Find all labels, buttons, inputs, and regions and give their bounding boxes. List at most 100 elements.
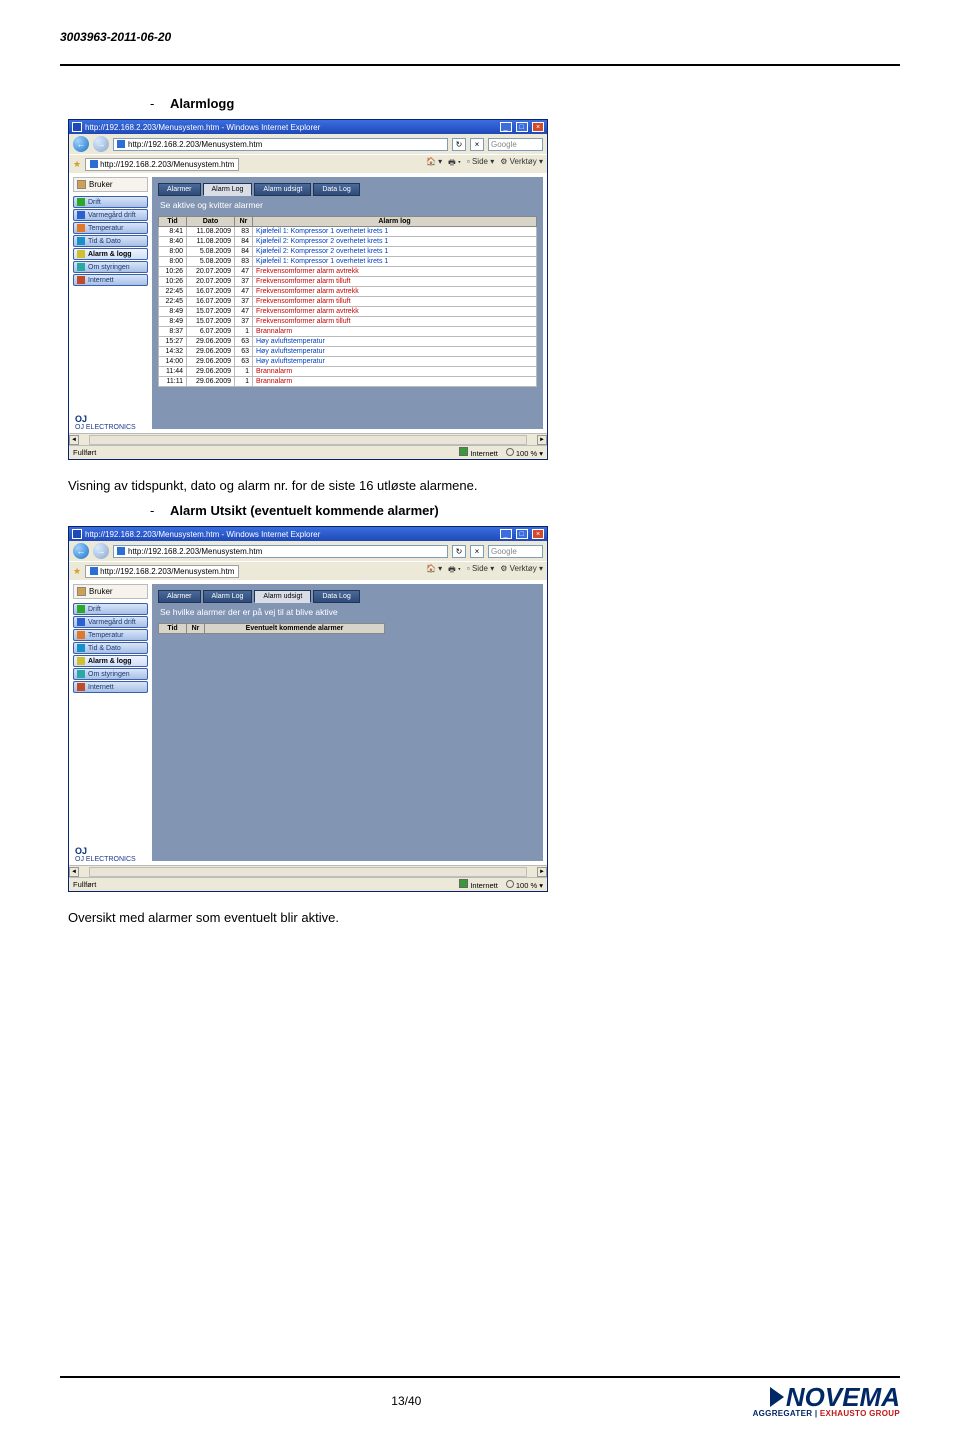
refresh-button[interactable]: ↻ [452, 138, 466, 151]
nav-label: Varmegård drift [88, 212, 136, 219]
table-cell: 22:45 [159, 297, 187, 307]
table-row: 8:4011.08.200984Kjølefeil 2: Kompressor … [159, 237, 537, 247]
tab-favicon-icon [90, 160, 98, 168]
toolbar-right: 🏠 ▾ 🖶 ▾ ▫ Side ▾ ⚙ Verktøy ▾ [426, 157, 543, 171]
zoom-level[interactable]: 100 % ▾ [506, 880, 543, 890]
tools-menu[interactable]: ⚙ Verktøy ▾ [500, 564, 543, 578]
globe-icon [459, 879, 468, 888]
back-button[interactable]: ← [73, 543, 89, 559]
panel-tab[interactable]: Alarmer [158, 183, 201, 196]
table-cell: Kjølefeil 1: Kompressor 1 overhetet kret… [253, 257, 537, 267]
maximize-button[interactable]: □ [516, 122, 528, 132]
sidebar-item[interactable]: Internett [73, 274, 148, 286]
sidebar-item[interactable]: Alarm & logg [73, 655, 148, 667]
sidebar-item[interactable]: Om styringen [73, 668, 148, 680]
favicon-icon [117, 140, 125, 148]
window-titlebar: http://192.168.2.203/Menusystem.htm - Wi… [69, 120, 547, 134]
horizontal-scrollbar[interactable]: ◄ ► [69, 865, 547, 877]
page-menu[interactable]: ▫ Side ▾ [467, 564, 494, 578]
home-icon[interactable]: 🏠 ▾ [426, 157, 442, 171]
sidebar-item[interactable]: Temperatur [73, 629, 148, 641]
panel-tab[interactable]: Data Log [313, 590, 359, 603]
table-row: 22:4516.07.200937Frekvensomformer alarm … [159, 297, 537, 307]
feeds-icon[interactable]: 🖶 ▾ [448, 564, 461, 578]
scroll-left-icon[interactable]: ◄ [69, 435, 79, 445]
table-cell: 29.06.2009 [187, 337, 235, 347]
stop-button[interactable]: × [470, 545, 484, 558]
favorites-icon[interactable]: ★ [73, 159, 81, 170]
window-title: http://192.168.2.203/Menusystem.htm - Wi… [85, 530, 498, 539]
address-bar-row: ← → http://192.168.2.203/Menusystem.htm … [69, 541, 547, 561]
scroll-track[interactable] [89, 867, 527, 877]
scroll-right-icon[interactable]: ► [537, 867, 547, 877]
table-row: 15:2729.06.200963Høy avluftstemperatur [159, 337, 537, 347]
panel-tab[interactable]: Alarm Log [203, 590, 253, 603]
maximize-button[interactable]: □ [516, 529, 528, 539]
sidebar-item[interactable]: Alarm & logg [73, 248, 148, 260]
forward-button[interactable]: → [93, 543, 109, 559]
panel-tab[interactable]: Data Log [313, 183, 359, 196]
table-header: Dato [187, 217, 235, 227]
table-cell: 8:37 [159, 327, 187, 337]
table-cell: 47 [235, 267, 253, 277]
tools-menu[interactable]: ⚙ Verktøy ▾ [500, 157, 543, 171]
page-menu[interactable]: ▫ Side ▾ [467, 157, 494, 171]
table-cell: 10:26 [159, 277, 187, 287]
table-cell: Frekvensomformer alarm tilluft [253, 297, 537, 307]
minimize-button[interactable]: _ [500, 122, 512, 132]
minimize-button[interactable]: _ [500, 529, 512, 539]
caption-2: Oversikt med alarmer som eventuelt blir … [68, 910, 900, 925]
sidebar-item[interactable]: Tid & Dato [73, 642, 148, 654]
back-button[interactable]: ← [73, 136, 89, 152]
table-cell: 5.08.2009 [187, 247, 235, 257]
stop-button[interactable]: × [470, 138, 484, 151]
panel-tab[interactable]: Alarmer [158, 590, 201, 603]
browser-tab[interactable]: http://192.168.2.203/Menusystem.htm [85, 565, 239, 578]
home-icon[interactable]: 🏠 ▾ [426, 564, 442, 578]
nav-label: Alarm & logg [88, 658, 132, 665]
table-row: 10:2620.07.200937Frekvensomformer alarm … [159, 277, 537, 287]
zoom-icon [506, 448, 514, 456]
novema-logo: NOVEMA AGGREGATER | EXHAUSTO GROUP [753, 1384, 900, 1418]
table-row: 14:3229.06.200963Høy avluftstemperatur [159, 347, 537, 357]
status-text: Fullført [73, 448, 96, 457]
scroll-track[interactable] [89, 435, 527, 445]
table-cell: Kjølefeil 2: Kompressor 2 overhetet kret… [253, 237, 537, 247]
close-button[interactable]: × [532, 529, 544, 539]
nav-icon [77, 618, 85, 626]
sidebar-item[interactable]: Drift [73, 196, 148, 208]
zoom-level[interactable]: 100 % ▾ [506, 448, 543, 458]
horizontal-scrollbar[interactable]: ◄ ► [69, 433, 547, 445]
sidebar-item[interactable]: Internett [73, 681, 148, 693]
sidebar-item[interactable]: Temperatur [73, 222, 148, 234]
feeds-icon[interactable]: 🖶 ▾ [448, 157, 461, 171]
sidebar-item[interactable]: Tid & Dato [73, 235, 148, 247]
refresh-button[interactable]: ↻ [452, 545, 466, 558]
close-button[interactable]: × [532, 122, 544, 132]
panel-tabs: AlarmerAlarm LogAlarm udsigtData Log [158, 590, 537, 603]
table-cell: Brannalarm [253, 377, 537, 387]
address-input[interactable]: http://192.168.2.203/Menusystem.htm [113, 138, 448, 151]
sidebar-item[interactable]: Drift [73, 603, 148, 615]
forward-button[interactable]: → [93, 136, 109, 152]
address-input[interactable]: http://192.168.2.203/Menusystem.htm [113, 545, 448, 558]
panel-tab[interactable]: Alarm Log [203, 183, 253, 196]
browser-tab[interactable]: http://192.168.2.203/Menusystem.htm [85, 158, 239, 171]
scroll-right-icon[interactable]: ► [537, 435, 547, 445]
favorites-icon[interactable]: ★ [73, 566, 81, 577]
sidebar-item[interactable]: Varmegård drift [73, 616, 148, 628]
panel-tab[interactable]: Alarm udsigt [254, 590, 311, 603]
scroll-left-icon[interactable]: ◄ [69, 867, 79, 877]
table-cell: Høy avluftstemperatur [253, 357, 537, 367]
table-cell: 11.08.2009 [187, 227, 235, 237]
ie-icon [72, 122, 82, 132]
table-cell: 29.06.2009 [187, 367, 235, 377]
panel-subtitle: Se aktive og kvitter alarmer [160, 200, 537, 210]
search-input[interactable]: Google [488, 138, 543, 151]
table-header: Nr [235, 217, 253, 227]
panel-tab[interactable]: Alarm udsigt [254, 183, 311, 196]
sidebar-item[interactable]: Varmegård drift [73, 209, 148, 221]
search-input[interactable]: Google [488, 545, 543, 558]
table-row: 8:005.08.200984Kjølefeil 2: Kompressor 2… [159, 247, 537, 257]
sidebar-item[interactable]: Om styringen [73, 261, 148, 273]
